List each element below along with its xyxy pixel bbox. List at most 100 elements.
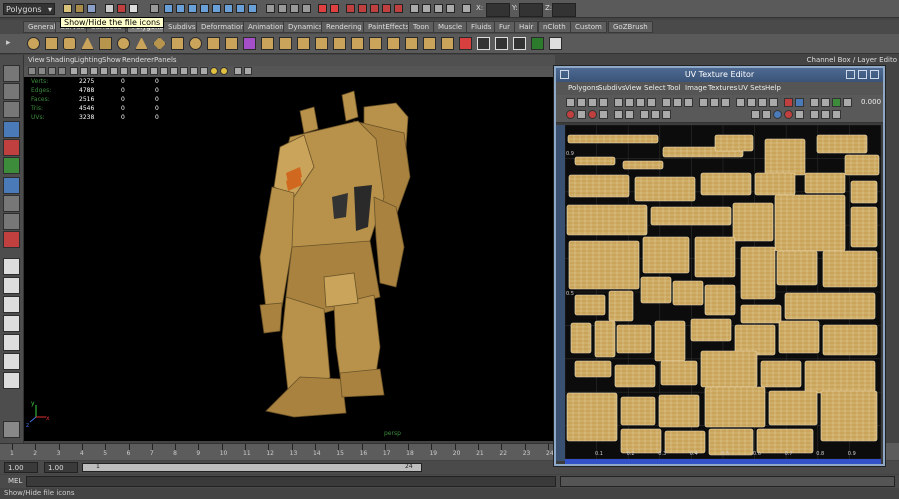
close-icon[interactable] (870, 70, 879, 79)
high-quality-icon[interactable] (220, 67, 228, 75)
select-by-component-icon[interactable] (129, 4, 138, 13)
paint-select-tool-icon[interactable] (3, 101, 20, 118)
difference-icon[interactable] (315, 37, 328, 50)
planar-mapping-icon[interactable] (477, 37, 490, 50)
bridge-icon[interactable] (387, 37, 400, 50)
image-range-icon[interactable] (625, 110, 634, 119)
select-curves-icon[interactable] (188, 4, 197, 13)
move-tool-icon[interactable] (3, 121, 20, 138)
add-to-isolate-icon[interactable] (795, 98, 804, 107)
poly-cube-icon[interactable] (45, 37, 58, 50)
menu-set-select[interactable]: Polygons (3, 3, 55, 15)
uv-value-field[interactable]: 0.000 (861, 98, 881, 106)
shelf-menu-icon[interactable]: ▸ (6, 37, 16, 50)
toggle-filtered-icon[interactable] (821, 98, 830, 107)
poly-sphere-icon[interactable] (27, 37, 40, 50)
select-dynamics-icon[interactable] (224, 4, 233, 13)
select-by-object-icon[interactable] (117, 4, 126, 13)
poly-pipe-icon[interactable] (171, 37, 184, 50)
shelf-tab-fluids[interactable]: Fluids (466, 21, 497, 33)
select-rendering-icon[interactable] (236, 4, 245, 13)
input-line-icon[interactable] (410, 4, 419, 13)
render-settings-icon[interactable] (370, 4, 379, 13)
shelf-tab-ncloth[interactable]: nCloth (538, 21, 571, 33)
zoom-frame-icon[interactable] (832, 110, 841, 119)
relative-transform-icon[interactable] (422, 4, 431, 13)
lasso-tool-icon[interactable] (3, 83, 20, 100)
isolate-select-icon[interactable] (784, 98, 793, 107)
history-icon[interactable] (318, 4, 327, 13)
uv-menu-tool[interactable]: Tool (667, 83, 681, 94)
start-time-field[interactable]: 1.00 (4, 462, 38, 473)
x-field[interactable] (486, 3, 510, 17)
shelf-tab-deformation[interactable]: Deformation (196, 21, 250, 33)
shelf-tab-muscle[interactable]: Muscle (433, 21, 468, 33)
uv-canvas[interactable]: 0.1 0.2 0.3 0.4 0.5 0.6 0.7 0.8 0.9 0.9 0.5 (565, 125, 881, 459)
grid-icon[interactable] (70, 67, 78, 75)
xray-joints-icon[interactable] (180, 67, 188, 75)
select-by-hierarchy-icon[interactable] (105, 4, 114, 13)
use-all-lights-icon[interactable] (200, 67, 208, 75)
poly-helix-icon[interactable] (189, 37, 202, 50)
unfold-uvs-icon[interactable] (710, 98, 719, 107)
shelf-tab-hair[interactable]: Hair (514, 21, 539, 33)
hypershade-icon[interactable] (382, 4, 391, 13)
snapshot-icon[interactable] (773, 110, 782, 119)
poly-torus-icon[interactable] (117, 37, 130, 50)
snap-to-grids-icon[interactable] (266, 4, 275, 13)
paste-uvs-icon[interactable] (651, 110, 660, 119)
resolution-gate-icon[interactable] (90, 67, 98, 75)
persp-graph-layout-icon[interactable] (3, 315, 20, 332)
snap-to-points-icon[interactable] (290, 4, 299, 13)
poly-plane-icon[interactable] (99, 37, 112, 50)
intersection-icon[interactable] (333, 37, 346, 50)
pixel-snap-icon[interactable] (566, 110, 575, 119)
poly-prism-icon[interactable] (135, 37, 148, 50)
scale-tool-icon[interactable] (3, 157, 20, 174)
uv-tiles-icon[interactable] (821, 110, 830, 119)
rename-icon[interactable] (434, 4, 443, 13)
soft-modification-icon[interactable] (3, 195, 20, 212)
uv-texture-editor-window[interactable]: UV Texture Editor Polygons Subdivs View … (554, 66, 885, 466)
shelf-tab-rendering[interactable]: Rendering (321, 21, 367, 33)
uv-menu-polygons[interactable]: Polygons (568, 83, 599, 94)
texture-borders-icon[interactable] (588, 110, 597, 119)
film-gate-icon[interactable] (80, 67, 88, 75)
single-perspective-layout-icon[interactable] (3, 258, 20, 275)
select-shell-icon[interactable] (662, 98, 671, 107)
shadows-icon[interactable] (210, 67, 218, 75)
align-min-v-icon[interactable] (758, 98, 767, 107)
isolate-select-icon[interactable] (234, 67, 242, 75)
offset-edge-loop-icon[interactable] (459, 37, 472, 50)
mask-icon[interactable] (150, 4, 159, 13)
rotate-uv-cw-icon[interactable] (599, 98, 608, 107)
viewport-menu-show[interactable]: Show (102, 55, 121, 66)
align-max-u-icon[interactable] (747, 98, 756, 107)
wireframe-on-shaded-icon[interactable] (160, 67, 168, 75)
render-view-icon[interactable] (394, 4, 403, 13)
select-surfaces-icon[interactable] (200, 4, 209, 13)
show-manipulator-icon[interactable] (3, 213, 20, 230)
minimize-icon[interactable] (846, 70, 855, 79)
bookmarks-icon[interactable] (48, 67, 56, 75)
camera-select-icon[interactable] (28, 67, 36, 75)
uv-menu-image[interactable]: Image (685, 83, 707, 94)
shelf-tab-animation[interactable]: Animation (243, 21, 289, 33)
safe-title-icon[interactable] (130, 67, 138, 75)
shelf-tab-custom[interactable]: Custom (570, 21, 607, 33)
uv-menu-uv-sets[interactable]: UV Sets (738, 83, 765, 94)
snap-to-view-planes-icon[interactable] (302, 4, 311, 13)
poly-soccer-ball-icon[interactable] (207, 37, 220, 50)
flip-u-icon[interactable] (566, 98, 575, 107)
shelf-tab-fur[interactable]: Fur (494, 21, 515, 33)
construction-history-icon[interactable] (330, 4, 339, 13)
camera-attributes-icon[interactable] (38, 67, 46, 75)
custom-layout-icon[interactable] (3, 421, 20, 438)
uv-menu-textures[interactable]: Textures (708, 83, 737, 94)
smooth-shade-icon[interactable] (150, 67, 158, 75)
y-field[interactable] (519, 3, 543, 17)
last-tool-icon[interactable] (3, 231, 20, 248)
shelf-tab-subdivs[interactable]: Subdivs (163, 21, 201, 33)
append-polygon-icon[interactable] (405, 37, 418, 50)
union-icon[interactable] (297, 37, 310, 50)
